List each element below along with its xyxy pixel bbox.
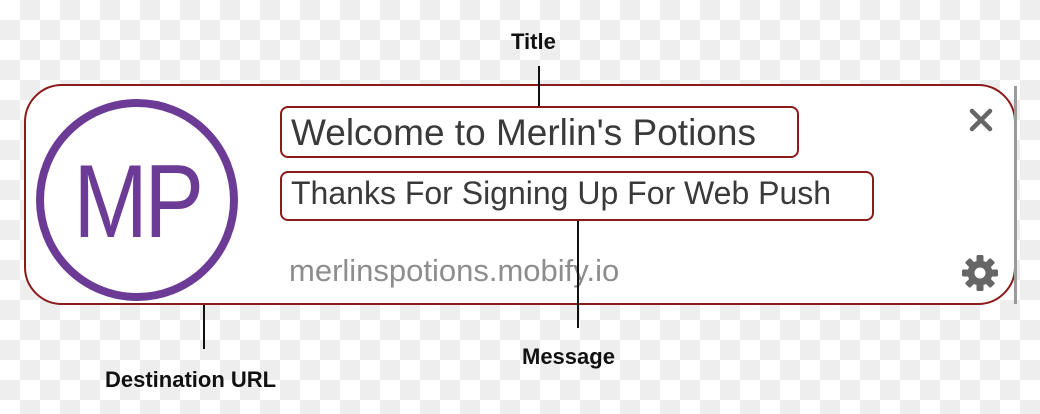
title-callout-label: Title [511, 29, 556, 54]
notification-destination-url[interactable]: merlinspotions.mobify.io [289, 251, 619, 291]
message-callout-label: Message [522, 344, 615, 369]
notification-edge-shadow [1014, 86, 1017, 304]
avatar-initials: MP [73, 144, 204, 260]
destination-url-leader-line [203, 305, 205, 349]
close-icon[interactable] [964, 103, 998, 137]
destination-url-callout-label: Destination URL [105, 367, 277, 392]
message-highlight-box [280, 171, 874, 221]
avatar: MP [36, 99, 238, 301]
title-highlight-box [280, 106, 799, 158]
gear-icon[interactable] [960, 253, 1000, 293]
title-leader-line [538, 66, 540, 106]
message-leader-line [577, 221, 579, 328]
